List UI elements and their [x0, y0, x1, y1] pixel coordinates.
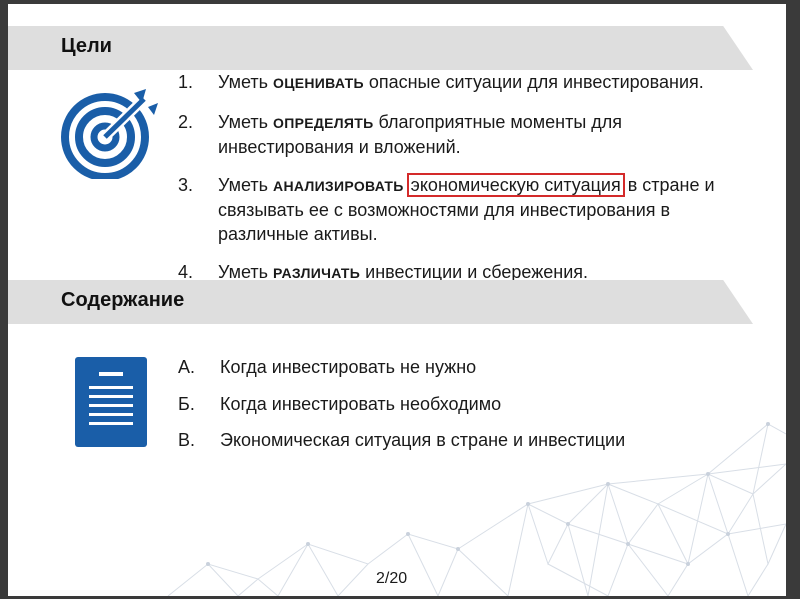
content-title: Содержание [61, 289, 185, 311]
content-item-text: Когда инвестировать необходимо [220, 394, 502, 414]
goal-number: 3. [178, 175, 194, 195]
content-item-letter: Б. [178, 394, 195, 414]
content-item-text: Экономическая ситуация в стране и инвест… [220, 430, 626, 450]
slide: Цели 1. Уметь ОЦЕНИВАТЬ опасные ситуации… [8, 4, 786, 596]
goal-keyword: АНАЛИЗИРОВАТЬ [273, 178, 404, 194]
goals-title: Цели [61, 35, 112, 57]
goals-banner: Цели [8, 26, 753, 70]
goal-suffix: опасные ситуации для инвестирования. [363, 72, 704, 92]
page-number: 2/20 [376, 570, 408, 587]
goal-prefix: Уметь [218, 262, 274, 282]
content-item-letter: В. [178, 430, 196, 450]
goal-text: Уметь АНАЛИЗИРОВАТЬ экономическую ситуац… [218, 173, 758, 246]
content-item-text: Когда инвестировать не нужно [220, 357, 477, 377]
goal-keyword: РАЗЛИЧАТЬ [273, 265, 361, 281]
document-icon [75, 357, 147, 447]
content-item-letter: А. [178, 357, 196, 377]
content-banner: Содержание [8, 280, 753, 324]
goal-number: 1. [178, 72, 194, 92]
target-icon [61, 89, 158, 179]
goal-number: 2. [178, 112, 194, 132]
goal-keyword: ОПРЕДЕЛЯТЬ [273, 115, 374, 131]
goal-text: Уметь ОПРЕДЕЛЯТЬ благоприятные моменты д… [218, 110, 758, 159]
goal-text: Уметь ОЦЕНИВАТЬ опасные ситуации для инв… [218, 70, 758, 95]
goal-prefix: Уметь [218, 112, 274, 132]
goal-keyword: ОЦЕНИВАТЬ [273, 75, 364, 91]
goal-prefix: Уметь [218, 175, 274, 195]
goal-suffix: инвестиции и сбережения. [360, 262, 589, 282]
goal-prefix: Уметь [218, 72, 274, 92]
highlighted-phrase: экономическую ситуация [406, 173, 625, 197]
